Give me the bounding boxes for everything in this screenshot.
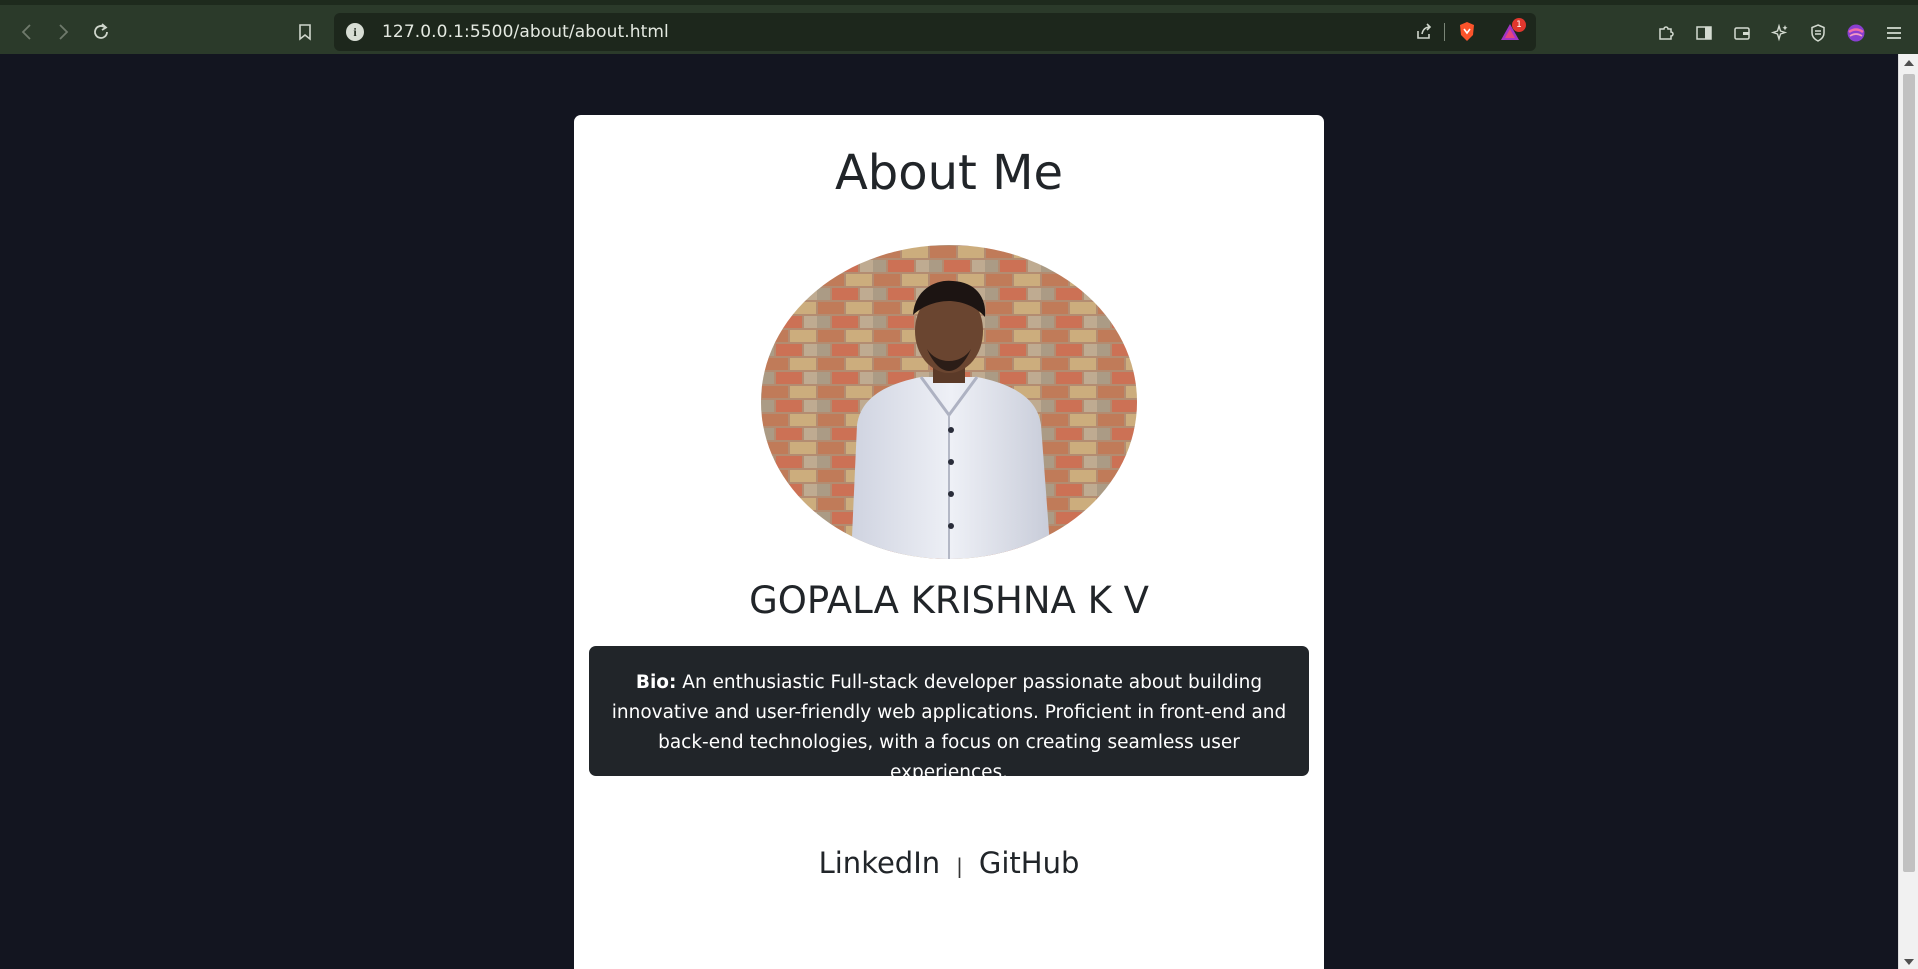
reload-button[interactable] [86, 17, 116, 47]
share-icon[interactable] [1412, 20, 1436, 44]
scroll-down-arrow[interactable] [1904, 959, 1914, 965]
address-bar-divider [1444, 23, 1445, 41]
browser-toolbar: i 127.0.0.1:5500/about/about.html 1 [0, 0, 1918, 54]
page-viewport: About Me GOPALA KRISHNA K V Bio: An enth… [0, 54, 1898, 969]
brave-shield-icon[interactable] [1455, 20, 1479, 44]
scroll-thumb[interactable] [1903, 74, 1915, 872]
vertical-scrollbar[interactable] [1898, 54, 1918, 969]
about-card: About Me GOPALA KRISHNA K V Bio: An enth… [574, 115, 1324, 969]
sidebar-icon[interactable] [1692, 21, 1716, 45]
profile-avatar-icon[interactable] [1844, 21, 1868, 45]
hamburger-menu-icon[interactable] [1882, 21, 1906, 45]
wallet-icon[interactable] [1730, 21, 1754, 45]
bio-label: Bio: [635, 672, 677, 693]
bio-text: An enthusiastic Full-stack developer pas… [611, 672, 1287, 783]
notification-badge: 1 [1512, 18, 1526, 32]
link-separator: | [956, 854, 963, 878]
reload-icon [94, 23, 108, 39]
bookmark-icon [299, 24, 311, 41]
social-links: LinkedIn | GitHub [574, 846, 1324, 880]
bookmark-button[interactable] [290, 17, 320, 47]
forward-button[interactable] [48, 17, 78, 47]
rewards-triangle-icon[interactable]: 1 [1498, 18, 1526, 44]
sparkle-icon[interactable] [1768, 21, 1792, 45]
linkedin-link[interactable]: LinkedIn [819, 846, 941, 880]
scroll-up-arrow[interactable] [1904, 60, 1914, 66]
arrow-right-icon [59, 24, 69, 40]
address-bar[interactable]: i 127.0.0.1:5500/about/about.html 1 [334, 13, 1536, 51]
url-text[interactable]: 127.0.0.1:5500/about/about.html [382, 22, 669, 42]
vpn-shield-icon[interactable] [1806, 21, 1830, 45]
arrow-left-icon [21, 24, 31, 40]
puzzle-icon[interactable] [1654, 21, 1678, 45]
bio-box: Bio: An enthusiastic Full-stack develope… [589, 646, 1309, 783]
page-title: About Me [834, 145, 1064, 201]
profile-photo [761, 245, 1137, 559]
github-link[interactable]: GitHub [979, 846, 1080, 880]
profile-name: GOPALA KRISHNA K V [749, 579, 1149, 622]
info-icon[interactable]: i [346, 23, 364, 41]
back-button[interactable] [12, 17, 42, 47]
